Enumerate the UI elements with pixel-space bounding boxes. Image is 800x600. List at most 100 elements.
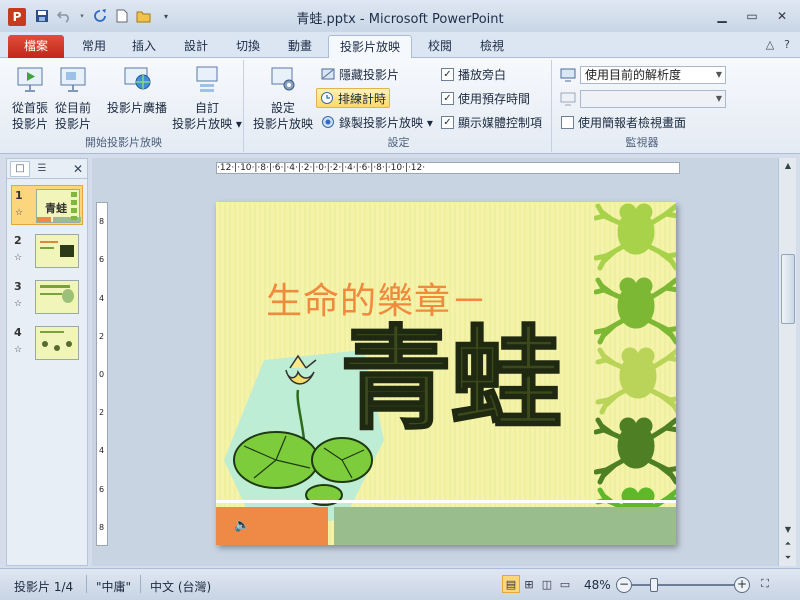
vertical-ruler-label: 8 bbox=[99, 217, 105, 226]
reading-view-icon[interactable]: ◫ bbox=[538, 575, 556, 593]
zoom-slider-knob[interactable] bbox=[650, 578, 658, 592]
hide-slide-label: 隱藏投影片 bbox=[339, 67, 400, 82]
record-slide-show-label: 錄製投影片放映 ▾ bbox=[339, 115, 433, 130]
vertical-ruler-label: 0 bbox=[99, 370, 105, 379]
custom-slideshow-icon bbox=[196, 66, 218, 92]
presenter-view-check-icon bbox=[561, 115, 574, 129]
slides-pane: □ ☰ ✕ 1 ☆ 青蛙 2 ☆ 3 ☆ 4 ☆ bbox=[6, 158, 88, 566]
close-button[interactable]: ✕ bbox=[768, 6, 796, 26]
minimize-button[interactable]: ▁ bbox=[708, 6, 736, 26]
help-icon[interactable]: ? bbox=[784, 38, 790, 51]
scroll-up-icon[interactable]: ▲ bbox=[779, 158, 797, 174]
normal-view-icon[interactable]: ▤ bbox=[502, 575, 520, 593]
chevron-down-icon: ▼ bbox=[715, 70, 722, 79]
group-setup: 設定 投影片放映 隱藏投影片 排練計時 錄製投影片放映 ▾ ✓ 播放旁白 ✓ 使… bbox=[246, 60, 552, 152]
slide-preview bbox=[35, 280, 79, 314]
tab-transitions[interactable]: 切換 bbox=[226, 35, 270, 58]
use-timings-label: 使用預存時間 bbox=[458, 91, 531, 106]
custom-slide-show-button[interactable]: 自訂 投影片放映 ▾ bbox=[172, 64, 242, 132]
vertical-ruler-label: 6 bbox=[99, 485, 105, 494]
maximize-button[interactable]: ▭ bbox=[738, 6, 766, 26]
tab-view[interactable]: 檢視 bbox=[470, 35, 514, 58]
show-media-controls-label: 顯示媒體控制項 bbox=[458, 115, 543, 130]
broadcast-label: 投影片廣播 bbox=[106, 101, 167, 115]
zoom-in-icon[interactable]: + bbox=[734, 577, 750, 593]
broadcast-globe-icon bbox=[124, 67, 151, 90]
resolution-dropdown[interactable]: 使用目前的解析度 ▼ bbox=[580, 66, 726, 84]
window-title: 青蛙.pptx - Microsoft PowerPoint bbox=[296, 12, 504, 27]
group-label-start: 開始投影片放映 bbox=[85, 136, 162, 149]
rehearse-timings-label: 排練計時 bbox=[338, 91, 387, 106]
title-bar: P ▾ ▾ 青蛙.pptx - Microsoft PowerPoint ▁ ▭… bbox=[0, 0, 800, 32]
zoom-level-status[interactable]: 48% bbox=[584, 578, 611, 592]
slide-preview bbox=[35, 234, 79, 268]
close-pane-icon[interactable]: ✕ bbox=[73, 162, 83, 176]
scrollbar-thumb[interactable] bbox=[781, 254, 795, 324]
ribbon-tabs: 檔案 常用 插入 設計 切換 動畫 投影片放映 校閱 檢視 △ ? bbox=[0, 32, 800, 59]
tab-file[interactable]: 檔案 bbox=[8, 35, 64, 58]
show-on-monitor-icon bbox=[560, 92, 576, 106]
broadcast-slide-show-button[interactable]: 投影片廣播 bbox=[102, 64, 172, 116]
divider-line bbox=[216, 500, 676, 503]
slide-thumbnail-3[interactable]: 3 ☆ bbox=[11, 277, 83, 317]
slide-number: 3 bbox=[14, 280, 22, 293]
from-current-button[interactable]: 從目前 投影片 bbox=[52, 64, 94, 132]
play-narrations-checkbox[interactable]: ✓ 播放旁白 bbox=[438, 64, 509, 84]
set-up-slide-show-label: 設定 投影片放映 bbox=[252, 101, 313, 131]
status-bar: 投影片 1/4 "中庸" 中文 (台灣) ▤ ⊞ ◫ ▭ 48% − + ⛶ bbox=[0, 568, 800, 600]
slide-canvas[interactable]: 生命的樂章－ 青蛙 🔈 bbox=[216, 202, 676, 545]
play-narrations-check-icon: ✓ bbox=[441, 67, 454, 81]
rehearse-timings-button[interactable]: 排練計時 bbox=[316, 88, 391, 108]
tab-home[interactable]: 常用 bbox=[72, 35, 116, 58]
vertical-ruler-label: 2 bbox=[99, 408, 105, 417]
zoom-slider-track[interactable] bbox=[632, 584, 734, 586]
presenter-view-label: 使用簡報者檢視畫面 bbox=[578, 115, 687, 130]
ribbon: 從首張 投影片 從目前 投影片 投影片廣播 自訂 投影片放映 ▾ 開始投影片放映… bbox=[0, 58, 800, 154]
slide-count-status: 投影片 1/4 bbox=[14, 580, 74, 594]
language-status[interactable]: 中文 (台灣) bbox=[150, 578, 211, 595]
vertical-ruler-label: 4 bbox=[99, 446, 105, 455]
footer-band-right bbox=[334, 507, 676, 545]
vertical-scrollbar[interactable]: ▲ ▼ ⏶ ⏷ bbox=[778, 158, 796, 566]
tab-review[interactable]: 校閱 bbox=[418, 35, 462, 58]
transition-star-icon: ☆ bbox=[14, 253, 23, 263]
tab-animations[interactable]: 動畫 bbox=[278, 35, 322, 58]
set-up-slide-show-button[interactable]: 設定 投影片放映 bbox=[250, 64, 316, 132]
slide-thumbnail-4[interactable]: 4 ☆ bbox=[11, 323, 83, 363]
tab-slide-show[interactable]: 投影片放映 bbox=[328, 35, 412, 59]
speaker-icon[interactable]: 🔈 bbox=[234, 518, 250, 533]
slide-title[interactable]: 青蛙 bbox=[339, 319, 563, 441]
slide-number: 1 bbox=[15, 189, 23, 202]
slide-number: 4 bbox=[14, 326, 22, 339]
hide-slide-button[interactable]: 隱藏投影片 bbox=[318, 64, 402, 84]
presenter-view-checkbox[interactable]: 使用簡報者檢視畫面 bbox=[558, 112, 689, 132]
theme-name-status: "中庸" bbox=[96, 580, 132, 594]
use-timings-check-icon: ✓ bbox=[441, 91, 454, 105]
collapse-ribbon-icon[interactable]: △ bbox=[766, 38, 774, 51]
group-monitors: 使用目前的解析度 ▼ ▼ 使用簡報者檢視畫面 監視器 bbox=[554, 60, 730, 152]
fit-to-window-icon[interactable]: ⛶ bbox=[756, 575, 774, 593]
tab-insert[interactable]: 插入 bbox=[122, 35, 166, 58]
outline-tab[interactable]: ☰ bbox=[32, 161, 52, 177]
slide-thumbnail-2[interactable]: 2 ☆ bbox=[11, 231, 83, 271]
record-slide-show-button[interactable]: 錄製投影片放映 ▾ bbox=[318, 112, 436, 132]
slide-sorter-view-icon[interactable]: ⊞ bbox=[520, 575, 538, 593]
next-slide-icon[interactable]: ⏷ bbox=[779, 550, 797, 566]
show-media-controls-checkbox[interactable]: ✓ 顯示媒體控制項 bbox=[438, 112, 545, 132]
horizontal-ruler: ·12·|·10·|·8·|·6·|·4·|·2·|·0·|·2·|·4·|·6… bbox=[216, 162, 680, 174]
tab-design[interactable]: 設計 bbox=[174, 35, 218, 58]
from-beginning-button[interactable]: 從首張 投影片 bbox=[10, 64, 50, 132]
show-on-dropdown[interactable]: ▼ bbox=[580, 90, 726, 108]
slides-tab[interactable]: □ bbox=[10, 160, 30, 177]
vertical-ruler-label: 2 bbox=[99, 332, 105, 341]
thumb-title: 青蛙 bbox=[45, 202, 67, 215]
zoom-out-icon[interactable]: − bbox=[616, 577, 632, 593]
hide-slide-icon bbox=[321, 68, 335, 80]
group-label-setup: 設定 bbox=[387, 136, 410, 149]
from-beginning-label: 從首張 投影片 bbox=[11, 101, 48, 131]
slide-thumbnail-1[interactable]: 1 ☆ 青蛙 bbox=[11, 185, 83, 225]
transition-star-icon: ☆ bbox=[15, 208, 24, 218]
use-timings-checkbox[interactable]: ✓ 使用預存時間 bbox=[438, 88, 533, 108]
slide-show-view-icon[interactable]: ▭ bbox=[556, 575, 574, 593]
vertical-ruler-label: 4 bbox=[99, 294, 105, 303]
